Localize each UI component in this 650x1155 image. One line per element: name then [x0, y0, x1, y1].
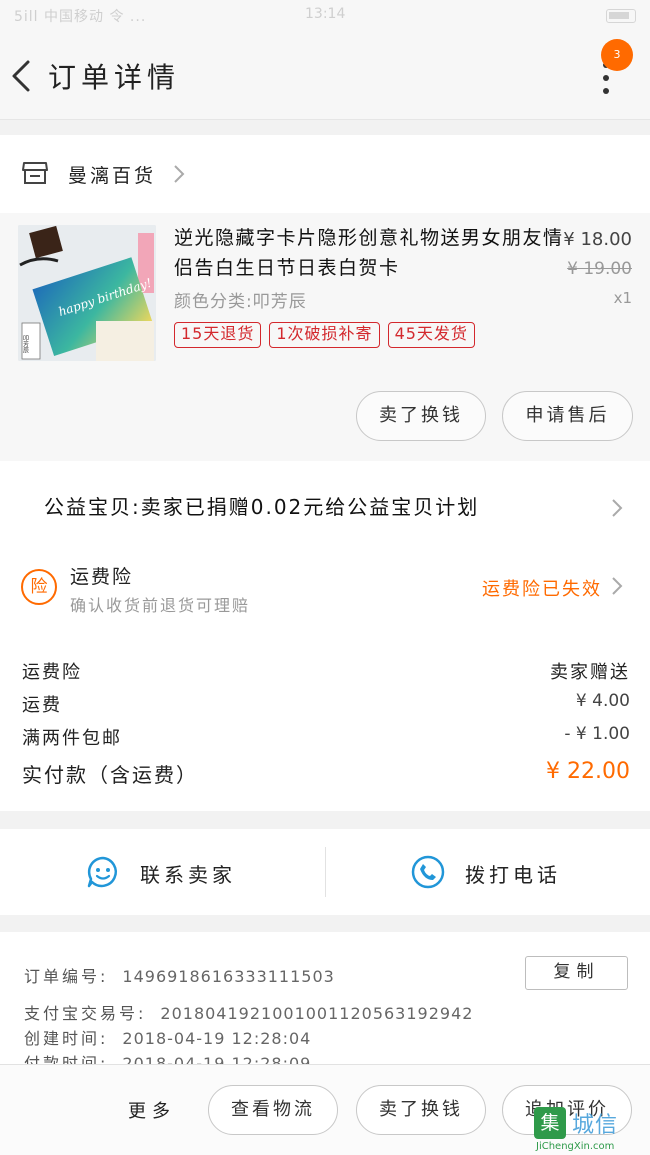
shop-name: 曼漓百货 — [68, 165, 157, 187]
watermark-mark: 集 — [534, 1107, 566, 1139]
page-title: 订单详情 — [48, 61, 181, 94]
insurance-status[interactable]: 运费险已失效 — [482, 575, 602, 601]
total-label: 实付款（含运费） — [22, 763, 198, 787]
product-sku: 颜色分类:叩芳辰 — [174, 292, 307, 312]
fee-row-discount: 满两件包邮 - ¥ 1.00 — [22, 724, 630, 754]
alipay-row: 支付宝交易号: 2018041921001001120563192942 — [24, 1000, 473, 1024]
order-number-row: 订单编号: 1496918616333111503 — [24, 963, 335, 987]
insurance-title: 运费险 — [70, 566, 134, 588]
fee-row-insurance: 运费险 卖家赠送 — [22, 658, 630, 688]
alipay-label: 支付宝交易号: — [24, 1004, 147, 1023]
watermark-logo: 集 城信 JiChengXin.com — [532, 1105, 648, 1155]
chevron-right-icon — [612, 577, 623, 595]
call-phone-button[interactable]: 拨打电话 — [325, 829, 650, 915]
paid-time-label: 付款时间: — [24, 1054, 109, 1064]
product-quantity: x1 — [613, 289, 632, 307]
status-bar: 5ill 中国移动 令 ... 13:14 — [0, 0, 650, 32]
fee-value: ¥ 4.00 — [575, 691, 630, 711]
fee-label: 运费 — [22, 695, 62, 716]
view-logistics-button[interactable]: 查看物流 — [208, 1085, 338, 1135]
store-icon — [22, 162, 48, 184]
product-original-price: ¥ 19.00 — [567, 259, 632, 279]
insurance-subtitle: 确认收货前退货可理赔 — [70, 596, 251, 615]
product-thumbnail[interactable]: happy birthday! 叩芳辰 — [18, 225, 156, 361]
insurance-icon: 险 — [21, 569, 57, 605]
product-image: happy birthday! 叩芳辰 — [18, 225, 156, 361]
fee-label: 运费险 — [22, 662, 82, 683]
tag-shipping: 45天发货 — [387, 322, 475, 348]
alipay-number: 2018041921001001120563192942 — [160, 1004, 474, 1023]
paid-time: 2018-04-19 12:28:09 — [122, 1054, 312, 1064]
message-badge[interactable]: 3 — [601, 39, 633, 71]
created-time-label: 创建时间: — [24, 1029, 109, 1048]
call-phone-label: 拨打电话 — [465, 863, 561, 887]
tag-return: 15天退货 — [174, 322, 262, 348]
created-time: 2018-04-19 12:28:04 — [122, 1029, 312, 1048]
fee-value: - ¥ 1.00 — [564, 724, 630, 744]
tag-damage-resend: 1次破损补寄 — [269, 322, 380, 348]
order-item[interactable]: happy birthday! 叩芳辰 逆光隐藏字卡片隐形创意礼物送男女朋友情侣… — [0, 213, 650, 461]
total-value: ¥ 22.00 — [546, 759, 630, 784]
fee-value: 卖家赠送 — [550, 662, 630, 683]
sell-for-cash-button[interactable]: 卖了换钱 — [356, 1085, 486, 1135]
shop-row[interactable]: 曼漓百货 — [0, 135, 650, 213]
contact-seller-button[interactable]: 联系卖家 — [0, 829, 325, 915]
watermark-url: JiChengXin.com — [536, 1141, 615, 1152]
chevron-right-icon — [612, 499, 623, 517]
fee-row-total: 实付款（含运费） ¥ 22.00 — [22, 759, 630, 789]
order-number: 1496918616333111503 — [122, 967, 335, 986]
thumb-label: 叩芳辰 — [22, 335, 29, 354]
fee-row-shipping: 运费 ¥ 4.00 — [22, 691, 630, 721]
created-time-row: 创建时间: 2018-04-19 12:28:04 — [24, 1025, 311, 1049]
nav-bar: 订单详情 3 — [0, 32, 650, 120]
carrier-signal: 5ill 中国移动 令 ... — [14, 9, 147, 25]
charity-info[interactable]: 公益宝贝:卖家已捐赠0.02元给公益宝贝计划 — [44, 491, 479, 520]
phone-icon — [411, 855, 445, 889]
service-tags: 15天退货 1次破损补寄 45天发货 — [174, 322, 483, 348]
contact-seller-label: 联系卖家 — [140, 863, 236, 887]
status-time: 13:14 — [305, 6, 346, 22]
product-title[interactable]: 逆光隐藏字卡片隐形创意礼物送男女朋友情侣告白生日节日表白贺卡 — [174, 223, 569, 283]
order-summary: 公益宝贝:卖家已捐赠0.02元给公益宝贝计划 险 运费险 确认收货前退货可理赔 … — [0, 461, 650, 811]
battery-icon — [606, 9, 636, 23]
order-info: 订单编号: 1496918616333111503 复制 支付宝交易号: 20180… — [0, 932, 650, 1064]
chevron-right-icon — [174, 165, 185, 183]
contact-bar: 联系卖家 拨打电话 — [0, 829, 650, 915]
after-sale-button[interactable]: 申请售后 — [502, 391, 633, 441]
copy-button[interactable]: 复制 — [525, 956, 628, 990]
paid-time-row: 付款时间: 2018-04-19 12:28:09 — [24, 1050, 311, 1064]
watermark-text: 城信 — [572, 1113, 619, 1138]
sell-for-cash-button[interactable]: 卖了换钱 — [356, 391, 486, 441]
more-button[interactable]: 更多 — [128, 1097, 176, 1123]
order-number-label: 订单编号: — [24, 967, 109, 986]
back-arrow-icon[interactable] — [8, 54, 36, 98]
chat-bubble-icon — [87, 856, 117, 888]
fee-label: 满两件包邮 — [22, 728, 122, 749]
product-price: ¥ 18.00 — [563, 229, 632, 250]
